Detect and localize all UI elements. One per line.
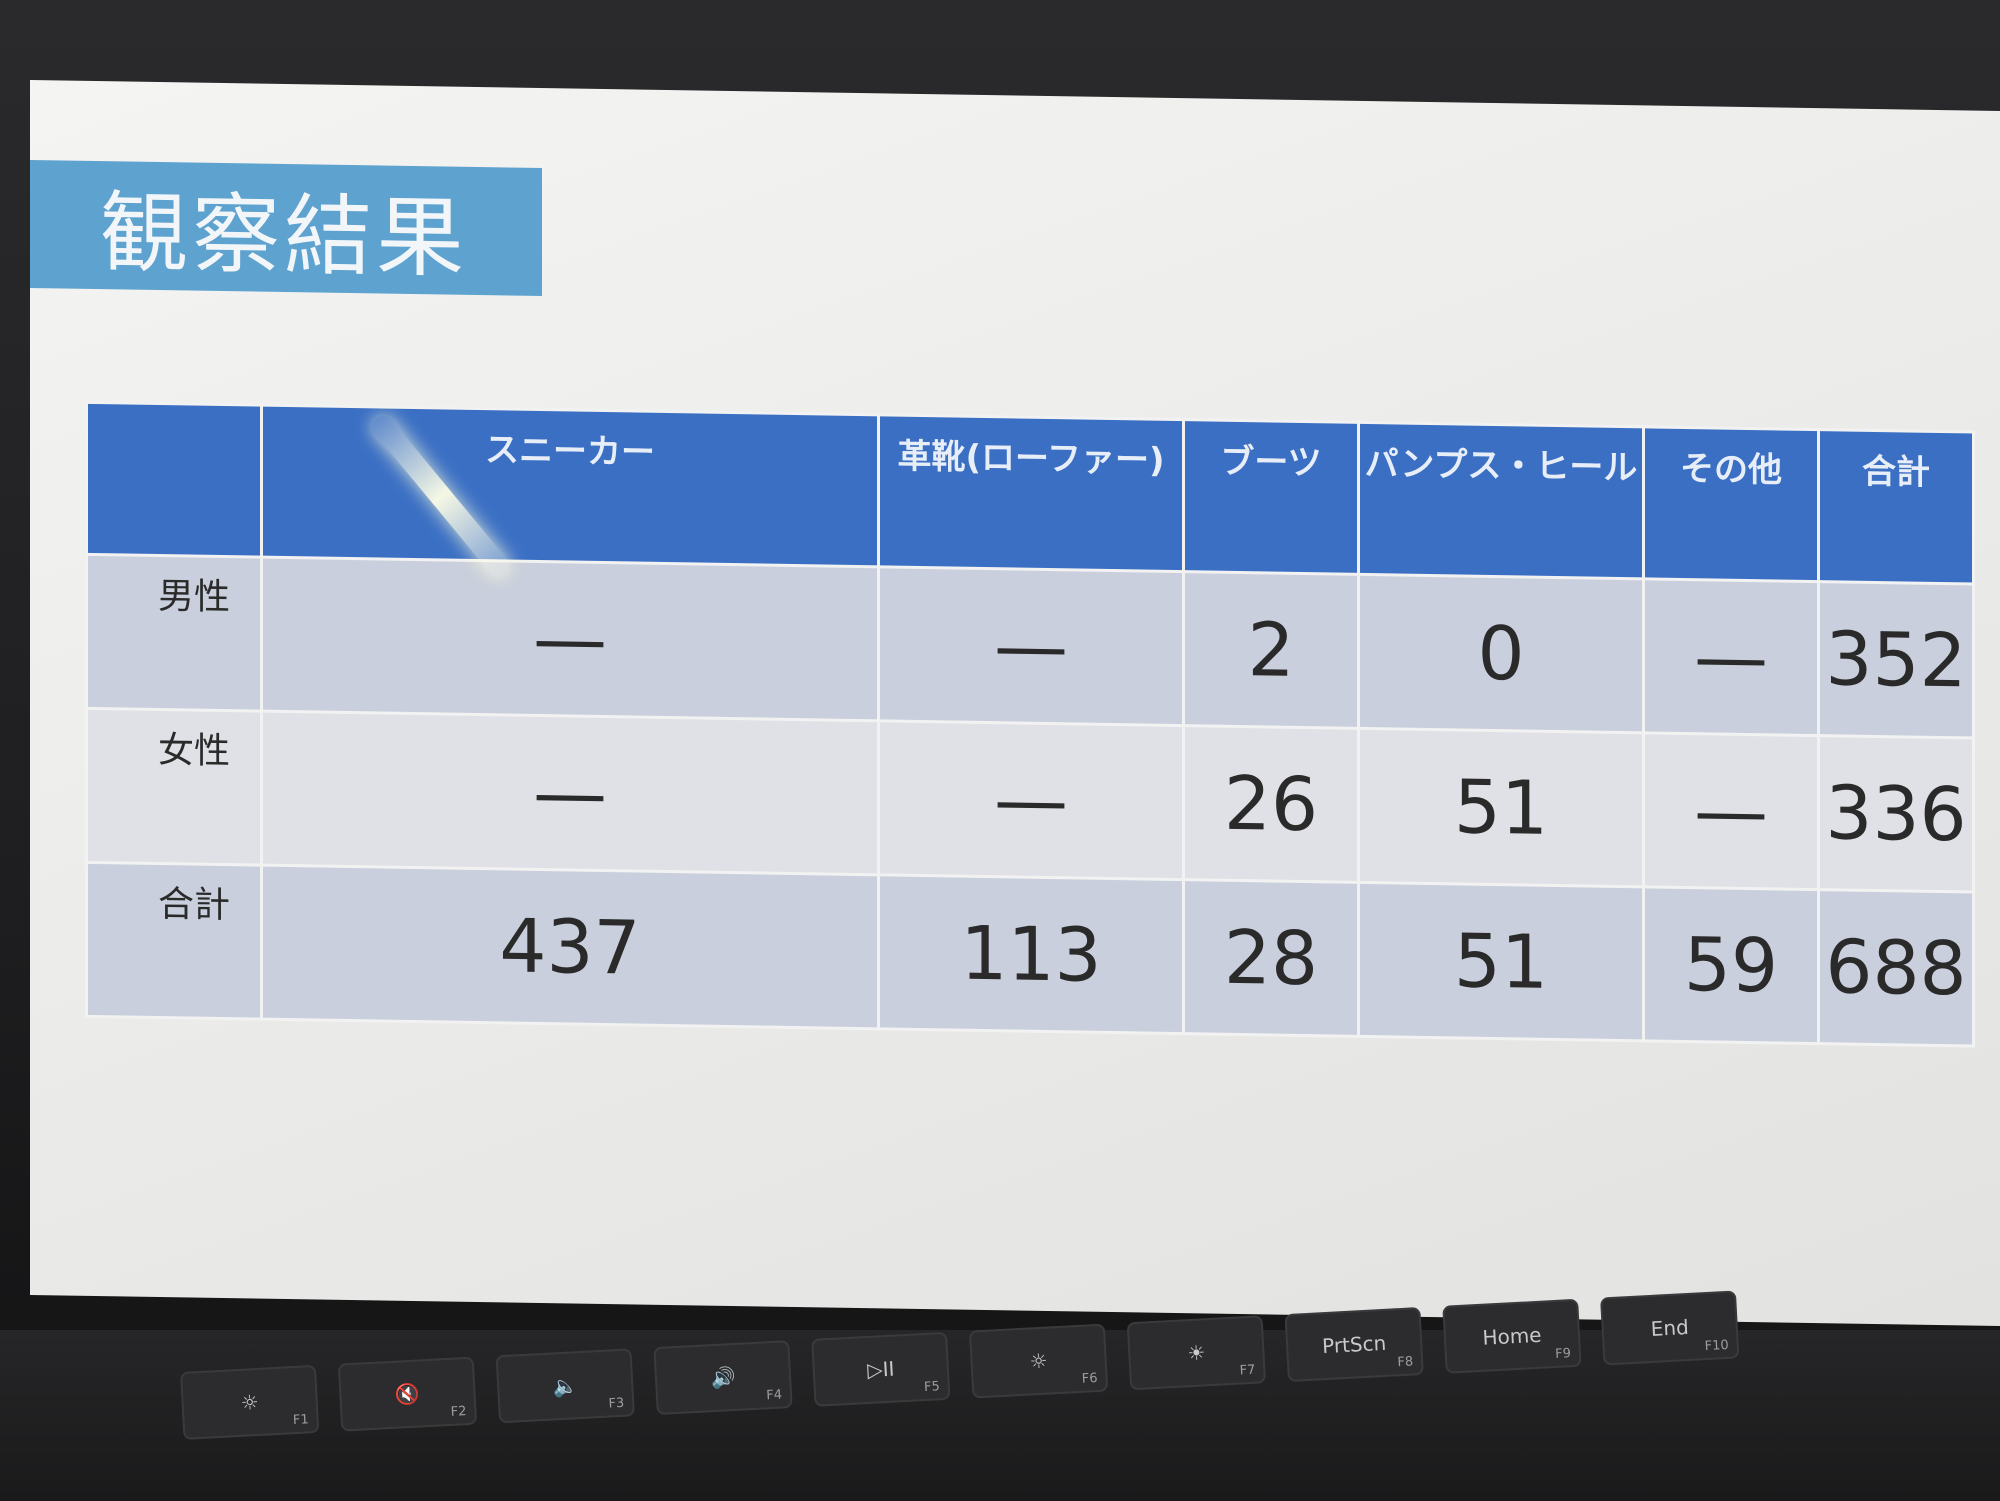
slide-title-bar: 観察結果 <box>30 160 542 297</box>
table-cell: — <box>1643 732 1819 890</box>
row-label-total: 合計 <box>86 862 262 1020</box>
slide-title: 観察結果 <box>100 180 469 290</box>
key-f7[interactable]: ☀ F7 <box>1126 1315 1267 1391</box>
key-f4[interactable]: 🔊 F4 <box>653 1340 793 1416</box>
header-pumps-heels: パンプス・ヒール <box>1358 422 1644 579</box>
fn-label: F2 <box>450 1404 467 1420</box>
table-cell: 0 <box>1358 574 1644 733</box>
fn-label: F7 <box>1239 1362 1256 1379</box>
key-f5[interactable]: ▷II F5 <box>811 1331 951 1407</box>
header-total: 合計 <box>1818 429 1974 585</box>
key-f6[interactable]: ☼ F6 <box>968 1323 1109 1399</box>
fn-label: F6 <box>1081 1370 1098 1387</box>
volume-up-icon: 🔊 <box>709 1364 737 1391</box>
fn-label: F5 <box>923 1379 941 1396</box>
key-f8[interactable]: PrtScn F8 <box>1284 1306 1424 1383</box>
header-sneakers: スニーカー <box>261 405 879 567</box>
key-f9[interactable]: Home F9 <box>1442 1298 1582 1374</box>
table-cell: 51 <box>1358 728 1644 887</box>
table-cell: 113 <box>878 874 1184 1034</box>
table-header-row: スニーカー 革靴(ローファー) ブーツ パンプス・ヒール その他 合計 <box>86 402 1974 585</box>
table-cell: 352 <box>1818 581 1974 739</box>
table-row: 合計 437 113 28 51 59 688 <box>86 862 1974 1047</box>
table-cell: 26 <box>1183 725 1359 883</box>
fn-label: F3 <box>608 1395 625 1412</box>
header-other: その他 <box>1643 426 1819 582</box>
fn-label: F4 <box>765 1387 783 1404</box>
table-cell: — <box>261 557 879 721</box>
table-row: 女性 — — 26 51 — 336 <box>86 708 1974 893</box>
brightness-low-icon: ☼ <box>1029 1348 1049 1374</box>
table-cell: 688 <box>1818 889 1974 1047</box>
row-label-male: 男性 <box>86 554 262 712</box>
fn-label: F9 <box>1554 1346 1572 1362</box>
table-cell: 437 <box>261 865 879 1029</box>
key-label: End <box>1650 1314 1690 1341</box>
table-cell: 2 <box>1183 571 1359 729</box>
header-boots: ブーツ <box>1183 419 1359 575</box>
brightness-down-icon: ☼ <box>240 1389 260 1415</box>
table-cell: 28 <box>1183 879 1359 1037</box>
table-cell: — <box>261 711 879 875</box>
table-cell: — <box>1643 578 1819 736</box>
table-cell: — <box>878 720 1184 880</box>
key-f10[interactable]: End F10 <box>1600 1290 1740 1366</box>
table-row: 男性 — — 2 0 — 352 <box>86 554 1974 739</box>
mute-icon: 🔇 <box>394 1381 421 1407</box>
play-pause-icon: ▷II <box>866 1356 896 1383</box>
key-f2[interactable]: 🔇 F2 <box>337 1356 478 1432</box>
key-f3[interactable]: 🔈 F3 <box>495 1348 635 1424</box>
table-cell: 59 <box>1643 886 1819 1044</box>
table-cell: 336 <box>1818 735 1974 893</box>
table-cell: 51 <box>1358 882 1644 1041</box>
header-corner <box>86 402 262 558</box>
key-label: Home <box>1481 1322 1543 1350</box>
fn-label: F8 <box>1397 1354 1414 1371</box>
key-f1[interactable]: ☼ F1 <box>180 1364 320 1440</box>
header-loafers: 革靴(ローファー) <box>878 414 1184 572</box>
brightness-high-icon: ☀ <box>1186 1340 1206 1366</box>
presentation-slide: 観察結果 スニーカー 革靴(ローファー) ブーツ パンプス・ヒール その他 合計… <box>30 80 2000 1326</box>
volume-down-icon: 🔈 <box>552 1373 579 1399</box>
fn-label: F1 <box>292 1412 310 1429</box>
fn-label: F10 <box>1704 1337 1730 1355</box>
results-table: スニーカー 革靴(ローファー) ブーツ パンプス・ヒール その他 合計 男性 —… <box>85 401 1975 1048</box>
row-label-female: 女性 <box>86 708 262 866</box>
table-cell: — <box>878 566 1184 726</box>
key-label: PrtScn <box>1321 1330 1387 1359</box>
